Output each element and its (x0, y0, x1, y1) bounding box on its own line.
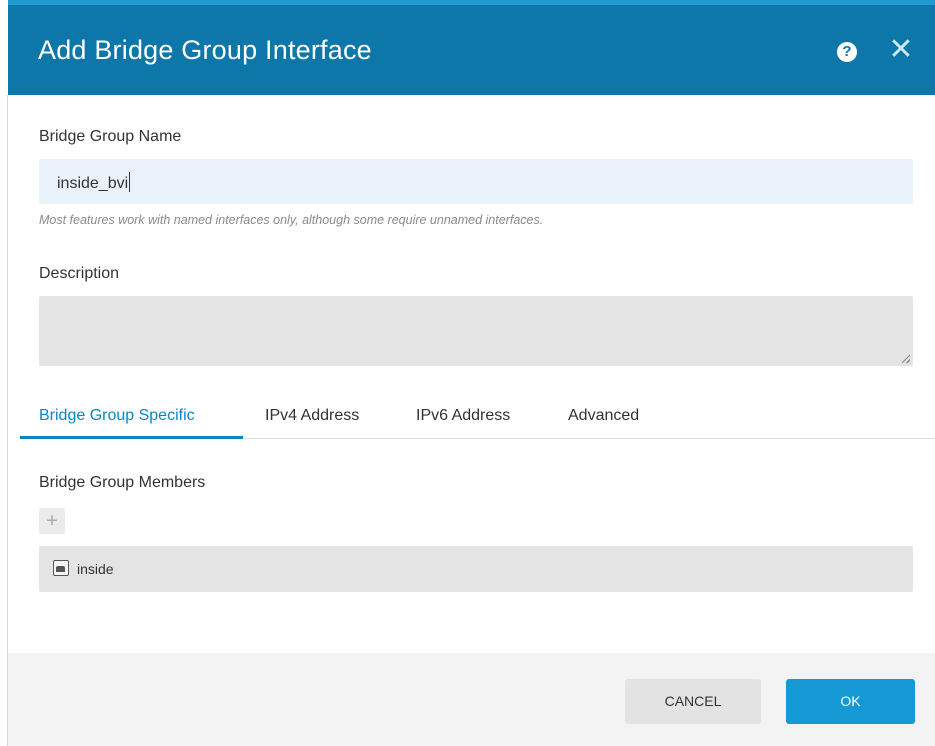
bridge-group-members-label: Bridge Group Members (39, 474, 206, 491)
text-caret (129, 172, 131, 192)
add-bridge-group-dialog: Add Bridge Group Interface ? ✕ Bridge Gr… (8, 0, 935, 746)
list-item[interactable]: inside (39, 546, 913, 592)
tab-ipv6-address[interactable]: IPv6 Address (416, 407, 510, 425)
tab-advanced[interactable]: Advanced (568, 407, 639, 425)
tab-bar: Bridge Group Specific IPv4 Address IPv6 … (20, 398, 935, 439)
dialog-header: Add Bridge Group Interface ? ✕ (8, 0, 935, 95)
tab-ipv4-address[interactable]: IPv4 Address (265, 407, 359, 425)
cancel-button[interactable]: CANCEL (625, 679, 761, 724)
description-label: Description (39, 265, 120, 282)
dialog-footer: CANCEL OK (8, 653, 935, 746)
interface-icon (53, 560, 69, 576)
interface-icon-fill (56, 566, 65, 572)
help-icon[interactable]: ? (837, 42, 857, 62)
name-hint-text: Most features work with named interfaces… (39, 213, 544, 227)
resize-handle-icon[interactable] (902, 355, 910, 363)
ok-button[interactable]: OK (786, 679, 915, 724)
close-icon[interactable]: ✕ (888, 35, 914, 65)
dialog-title: Add Bridge Group Interface (38, 35, 372, 65)
bridge-group-name-label: Bridge Group Name (39, 128, 182, 145)
bridge-group-name-value: inside_bvi (57, 172, 131, 193)
add-member-button[interactable]: + (39, 508, 65, 534)
member-label: inside (77, 561, 114, 577)
active-tab-indicator (20, 436, 243, 439)
bridge-group-name-input[interactable]: inside_bvi (39, 159, 913, 204)
tab-bridge-group-specific[interactable]: Bridge Group Specific (39, 407, 195, 425)
description-textarea[interactable] (39, 296, 913, 366)
